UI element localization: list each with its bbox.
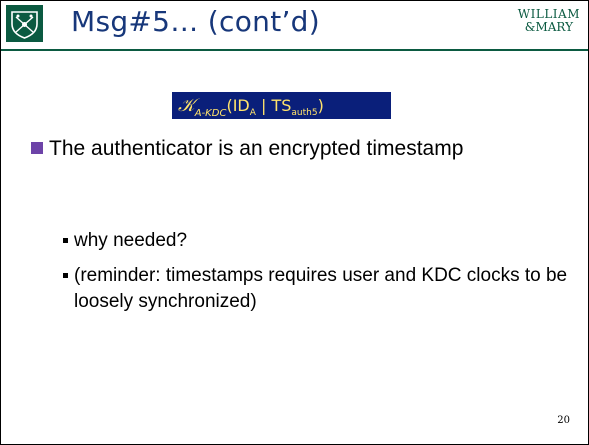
formula-ts-subscript: auth5	[291, 108, 318, 118]
bullet-square-icon	[31, 142, 43, 154]
formula-id: ID	[232, 96, 250, 115]
formula-separator: |	[255, 96, 272, 115]
logo-line-1: WILLIAM	[517, 7, 580, 21]
page-number: 20	[557, 415, 570, 426]
sub-item-text: (reminder: timestamps requires user and …	[74, 265, 568, 312]
bullet-text: The authenticator is an encrypted timest…	[49, 137, 464, 160]
slide-title: Msg#5… (cont’d)	[71, 5, 320, 38]
sub-item-text: why needed?	[74, 230, 188, 251]
formula-ts: TS	[271, 96, 292, 115]
formula-key-symbol: 𝒦	[178, 95, 195, 116]
logo-line-2: &MARY	[524, 20, 573, 34]
formula-box: 𝒦A-KDC(IDA | TSauth5)	[172, 92, 391, 119]
sub-bullet-icon	[63, 238, 68, 243]
title-divider	[1, 49, 588, 51]
slide: Msg#5… (cont’d) WILLIAM &MARY 𝒦A-KDC(IDA…	[0, 0, 589, 445]
william-mary-logo: WILLIAM &MARY	[518, 7, 580, 33]
formula-paren-close: )	[317, 96, 324, 115]
title-bar: Msg#5… (cont’d) WILLIAM &MARY	[1, 1, 588, 51]
sub-bullet-icon	[63, 273, 68, 278]
college-crest-icon	[6, 5, 43, 42]
formula-key-subscript: A-KDC	[194, 108, 227, 119]
